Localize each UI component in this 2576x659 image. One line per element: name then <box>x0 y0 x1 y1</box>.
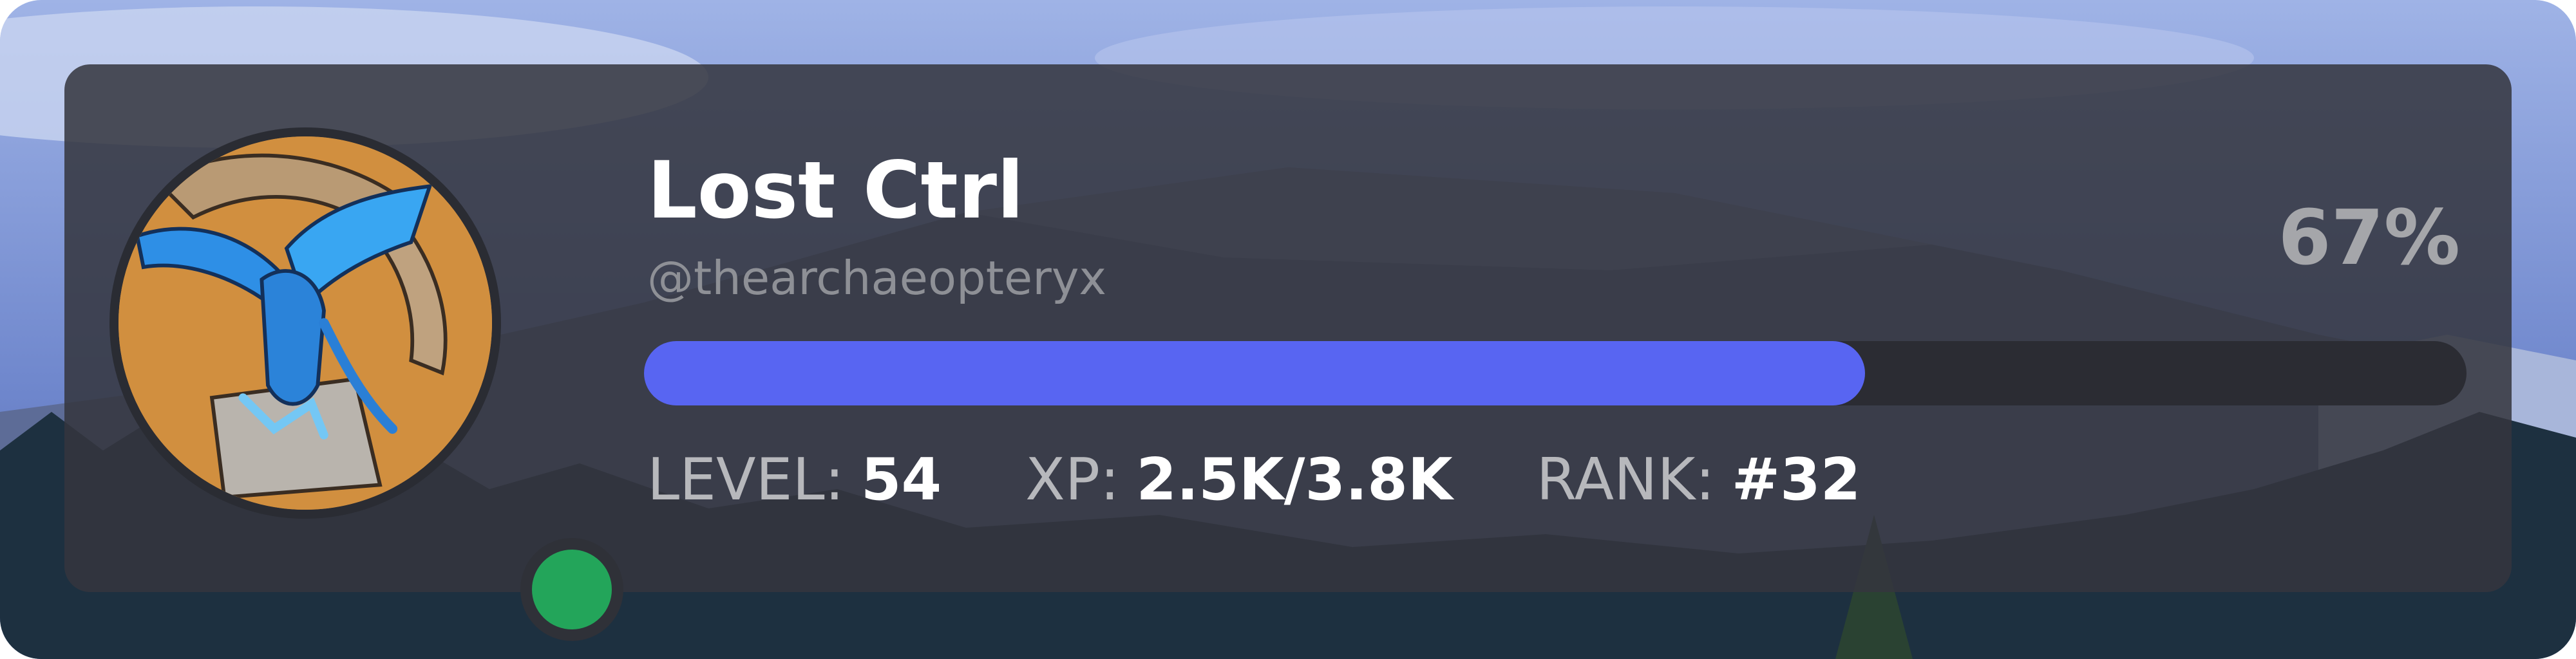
rank-card-frame: Lost Ctrl @thearchaeopteryx 67% LEVEL: 5… <box>0 0 2576 659</box>
rank-value: #32 <box>1731 445 1861 514</box>
level-value: 54 <box>860 445 942 514</box>
rank-stat: RANK: #32 <box>1537 446 1861 514</box>
level-label: LEVEL: <box>647 445 844 514</box>
xp-progress-fill <box>644 341 1866 405</box>
xp-stat: XP: 2.5K/3.8K <box>1025 446 1452 514</box>
xp-progress-bar <box>644 341 2467 405</box>
bird-avatar-icon[interactable] <box>109 127 501 519</box>
progress-percent: 67% <box>2278 193 2460 282</box>
xp-value: 2.5K/3.8K <box>1136 445 1453 514</box>
rank-label: RANK: <box>1536 445 1715 514</box>
username-handle: @thearchaeopteryx <box>647 251 1107 305</box>
level-stat: LEVEL: 54 <box>647 446 942 514</box>
stats-row: LEVEL: 54 XP: 2.5K/3.8K RANK: #32 <box>647 444 1944 515</box>
display-name: Lost Ctrl <box>647 145 1024 236</box>
online-status-indicator <box>520 538 623 641</box>
avatar-container[interactable] <box>109 127 623 641</box>
xp-label: XP: <box>1025 445 1120 514</box>
